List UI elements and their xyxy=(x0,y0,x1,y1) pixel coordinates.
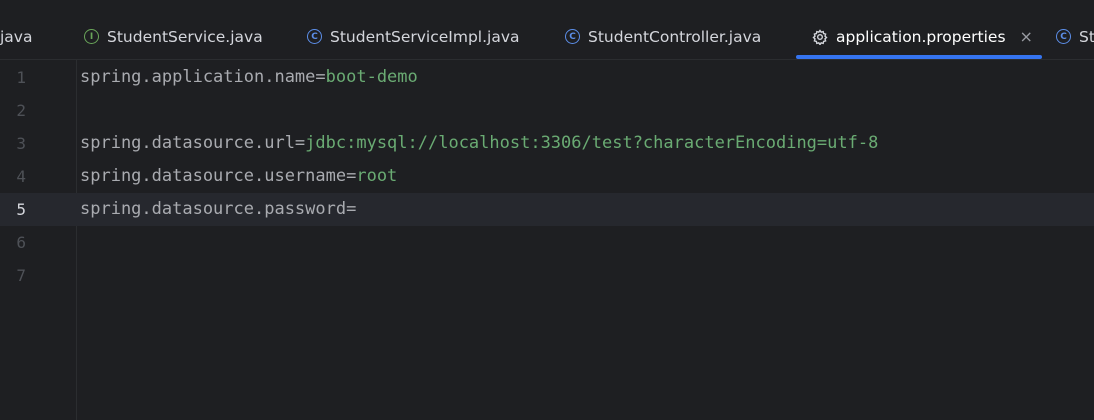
line-number: 4 xyxy=(16,167,26,186)
editor-line[interactable]: 4 spring.datasource.username=root xyxy=(0,160,1094,193)
line-number: 7 xyxy=(16,266,26,285)
line-number: 5 xyxy=(16,200,26,219)
tab-label: StudentService.java xyxy=(107,27,263,46)
tab-application-properties[interactable]: application.properties × xyxy=(812,14,1033,59)
editor-line[interactable]: 2 xyxy=(0,94,1094,127)
line-number: 6 xyxy=(16,233,26,252)
property-value: jdbc:mysql://localhost:3306/test?charact… xyxy=(305,133,879,153)
active-tab-indicator xyxy=(796,55,1042,59)
tab-label: java xyxy=(0,27,33,46)
line-number: 2 xyxy=(16,101,26,120)
property-value: root xyxy=(356,166,398,186)
window-top-strip xyxy=(0,0,1094,14)
tab-java[interactable]: java xyxy=(0,14,32,59)
tab-student-controller[interactable]: C StudentController.java xyxy=(565,14,761,59)
tab-label: St xyxy=(1079,27,1094,46)
class-icon: C xyxy=(565,29,580,44)
tab-student-service-impl[interactable]: C StudentServiceImpl.java xyxy=(307,14,520,59)
close-tab-icon[interactable]: × xyxy=(1020,27,1033,46)
editor-line[interactable]: 6 xyxy=(0,226,1094,259)
line-code[interactable]: spring.application.name=boot-demo xyxy=(80,61,418,94)
property-value: boot-demo xyxy=(325,67,418,87)
class-icon: C xyxy=(1056,29,1071,44)
editor-tab-bar: java I StudentService.java C StudentServ… xyxy=(0,14,1094,60)
line-code[interactable]: spring.datasource.username=root xyxy=(80,160,397,193)
line-number: 3 xyxy=(16,134,26,153)
editor-line[interactable]: 3 spring.datasource.url=jdbc:mysql://loc… xyxy=(0,127,1094,160)
code-editor[interactable]: 1 spring.application.name=boot-demo 2 3 … xyxy=(0,60,1094,420)
tab-label: application.properties xyxy=(836,27,1006,46)
editor-line[interactable]: 1 spring.application.name=boot-demo xyxy=(0,61,1094,94)
tab-st-truncated[interactable]: C St xyxy=(1056,14,1094,59)
interface-icon: I xyxy=(84,29,99,44)
line-code[interactable]: spring.datasource.url=jdbc:mysql://local… xyxy=(80,127,878,160)
gear-icon xyxy=(812,28,828,45)
property-key: spring.datasource.password= xyxy=(80,199,357,219)
class-icon: C xyxy=(307,29,322,44)
line-code[interactable]: spring.datasource.password= xyxy=(80,193,356,226)
property-key: spring.datasource.username= xyxy=(80,166,357,186)
editor-line-current[interactable]: 5 spring.datasource.password= xyxy=(0,193,1094,226)
property-key: spring.application.name= xyxy=(80,67,326,87)
tab-label: StudentServiceImpl.java xyxy=(330,27,520,46)
tab-label: StudentController.java xyxy=(588,27,762,46)
editor-line[interactable]: 7 xyxy=(0,259,1094,292)
line-number: 1 xyxy=(16,68,26,87)
property-key: spring.datasource.url= xyxy=(80,133,306,153)
tab-student-service[interactable]: I StudentService.java xyxy=(84,14,263,59)
